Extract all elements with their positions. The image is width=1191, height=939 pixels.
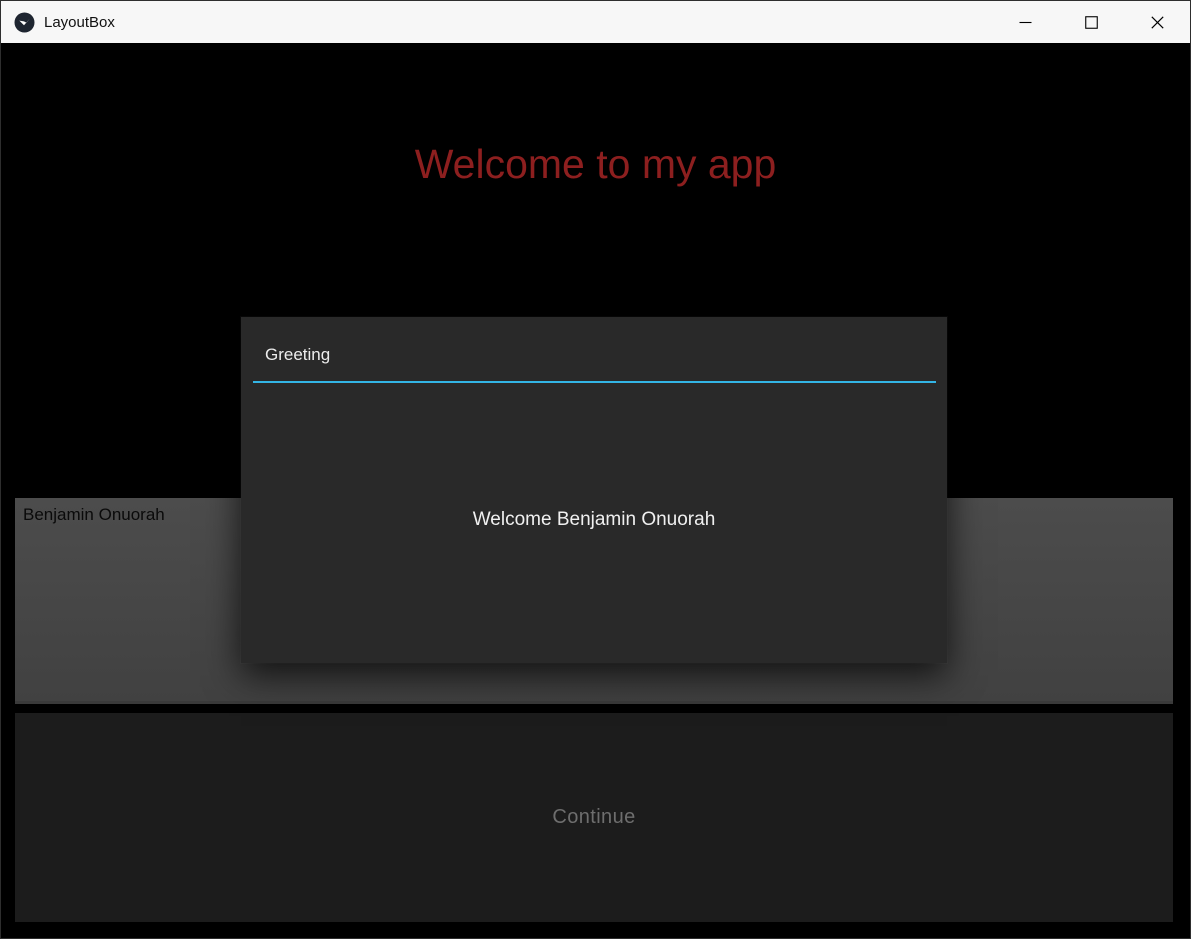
layoutbox-logo-icon xyxy=(14,12,35,33)
dialog-title: Greeting xyxy=(265,345,330,365)
maximize-button[interactable] xyxy=(1058,1,1124,43)
titlebar: LayoutBox xyxy=(1,1,1190,43)
minimize-button[interactable] xyxy=(992,1,1058,43)
window-title: LayoutBox xyxy=(44,14,115,31)
dialog-message: Welcome Benjamin Onuorah xyxy=(241,509,947,531)
close-icon xyxy=(1151,16,1164,29)
continue-button[interactable]: Continue xyxy=(15,713,1173,922)
app-content: Welcome to my app Benjamin Onuorah Conti… xyxy=(1,43,1190,938)
name-input-value: Benjamin Onuorah xyxy=(15,498,165,525)
maximize-icon xyxy=(1085,16,1098,29)
continue-button-label: Continue xyxy=(552,806,635,829)
minimize-icon xyxy=(1019,16,1032,29)
greeting-dialog: Greeting Welcome Benjamin Onuorah xyxy=(241,317,947,663)
dialog-divider xyxy=(253,381,936,383)
app-heading: Welcome to my app xyxy=(1,141,1190,188)
app-window: LayoutBox Welcome to my app Benjamin Onu… xyxy=(0,0,1191,939)
close-button[interactable] xyxy=(1124,1,1190,43)
